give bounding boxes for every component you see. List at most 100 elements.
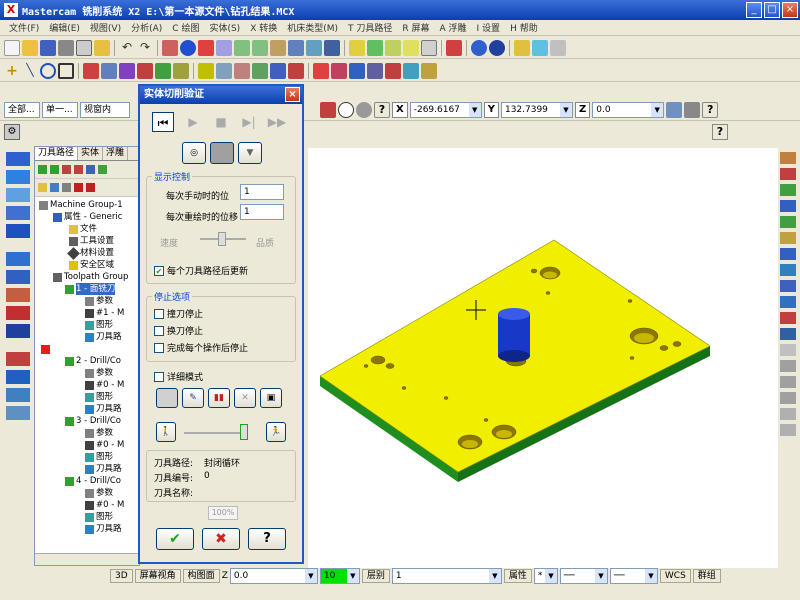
stop-button[interactable]: ■ xyxy=(210,112,232,132)
stop-toolchange-checkbox[interactable]: 换刀停止 xyxy=(154,324,203,337)
view-icon-15[interactable] xyxy=(780,376,796,388)
translate-icon[interactable] xyxy=(403,62,419,79)
tree-item[interactable]: 4 - Drill/Co xyxy=(65,475,121,487)
help-icon[interactable]: ? xyxy=(702,101,719,118)
backplot-icon[interactable] xyxy=(86,165,95,174)
tree-item[interactable]: 安全区域 xyxy=(69,259,114,271)
mail-icon[interactable] xyxy=(684,101,701,118)
tree-item[interactable]: 材料设置 xyxy=(67,246,114,260)
mode-3d-button[interactable]: 3D xyxy=(110,569,133,583)
tree-item[interactable]: Toolpath Group xyxy=(53,271,128,283)
measure-icon[interactable] xyxy=(532,39,548,56)
line-width-dropdown[interactable]: ── ▼ xyxy=(609,568,658,584)
shade-green-cube-icon[interactable] xyxy=(367,39,383,56)
repaint-icon[interactable] xyxy=(270,39,286,56)
regen-icon[interactable] xyxy=(62,165,71,174)
ok-button[interactable]: ✔ xyxy=(156,528,194,550)
tree-item[interactable]: #1 - M xyxy=(85,307,124,319)
view-icon-5[interactable] xyxy=(780,216,796,228)
tree-item[interactable]: 图形 xyxy=(85,451,113,463)
view-top-icon[interactable] xyxy=(288,39,304,56)
menu-machine-type[interactable]: 机床类型(M) xyxy=(282,21,343,34)
surface-icon[interactable] xyxy=(155,62,171,79)
view-icon-1[interactable] xyxy=(780,152,796,164)
bar-chart-icon[interactable]: ▮▮ xyxy=(208,388,230,408)
trim-icon[interactable] xyxy=(83,62,99,79)
cut-icon[interactable] xyxy=(162,39,178,56)
fillet-icon[interactable] xyxy=(101,62,117,79)
menu-edit[interactable]: 编辑(E) xyxy=(44,21,85,34)
verify-op-icon[interactable] xyxy=(98,165,107,174)
shade-cube-icon[interactable] xyxy=(349,39,365,56)
menu-analyze[interactable]: 分析(A) xyxy=(126,21,167,34)
move-up-icon[interactable] xyxy=(86,183,95,192)
view-icon-14[interactable] xyxy=(780,360,796,372)
wire-cube-icon[interactable] xyxy=(385,39,401,56)
scale-icon[interactable] xyxy=(367,62,383,79)
point-plus-icon[interactable]: + xyxy=(4,63,20,79)
delete-icon[interactable] xyxy=(173,62,189,79)
update-each-path-checkbox[interactable]: ✔ 每个刀具路径后更新 xyxy=(154,264,248,277)
tree-item[interactable]: 属性 - Generic xyxy=(53,211,122,223)
x-coordinate-input[interactable]: -269.6167 ▼ xyxy=(409,101,482,118)
minimize-button[interactable]: _ xyxy=(746,2,762,18)
view-icon-18[interactable] xyxy=(780,424,796,436)
print-preview-icon[interactable] xyxy=(76,39,92,56)
save-icon[interactable] xyxy=(40,39,56,56)
shade-icon[interactable] xyxy=(198,62,214,79)
view-icon-7[interactable] xyxy=(780,248,796,260)
print-icon[interactable] xyxy=(58,39,74,56)
stop-after-op-checkbox[interactable]: 完成每个操作后停止 xyxy=(154,341,248,354)
wand-icon[interactable] xyxy=(550,39,566,56)
tree-item[interactable]: #0 - M xyxy=(85,439,124,451)
walk-slow-icon[interactable]: 🚶 xyxy=(156,422,176,442)
tree-item[interactable]: Machine Group-1 xyxy=(39,199,123,211)
screen-view-button[interactable]: 屏幕视角 xyxy=(134,569,181,583)
line-style-dropdown[interactable]: ── ▼ xyxy=(559,568,608,584)
view-iso-icon[interactable] xyxy=(324,39,340,56)
transform-icon[interactable] xyxy=(446,39,462,56)
solid-revolve-icon[interactable] xyxy=(6,270,30,284)
pencil-icon[interactable] xyxy=(514,39,530,56)
blue-shape-icon[interactable] xyxy=(6,224,30,238)
table-icon[interactable] xyxy=(313,62,329,79)
simulation-speed-thumb[interactable] xyxy=(240,424,248,440)
holder-display-icon[interactable] xyxy=(210,142,234,164)
contour-icon[interactable] xyxy=(6,388,30,402)
horizontal-scrollbar[interactable] xyxy=(35,553,139,565)
y-coordinate-input[interactable]: 132.7399 ▼ xyxy=(500,101,573,118)
simulation-speed-slider[interactable] xyxy=(184,432,244,434)
rotate-icon[interactable] xyxy=(349,62,365,79)
solid-chamfer-icon[interactable] xyxy=(6,306,30,320)
wcs-button[interactable]: WCS xyxy=(659,569,691,583)
compare-icon[interactable]: ✕ xyxy=(234,388,256,408)
menu-screen[interactable]: R 屏幕 xyxy=(397,21,434,34)
tree-item[interactable]: 文件 xyxy=(69,223,97,235)
view-icon-12[interactable] xyxy=(780,328,796,340)
tool-display-icon[interactable]: ◎ xyxy=(182,142,206,164)
verify-icon[interactable] xyxy=(288,62,304,79)
maximize-button[interactable]: □ xyxy=(764,2,780,18)
view-icon-8[interactable] xyxy=(780,264,796,276)
gear-icon[interactable]: ⚙ xyxy=(4,124,20,140)
tree-item[interactable]: 图形 xyxy=(85,319,113,331)
view-icon-13[interactable] xyxy=(780,344,796,356)
run-fast-icon[interactable]: 🏃 xyxy=(266,422,286,442)
tree-item[interactable]: 参数 xyxy=(85,427,113,439)
tree-item[interactable]: 刀具路 xyxy=(85,403,122,415)
speed-slider-thumb[interactable] xyxy=(218,232,226,246)
play-button[interactable]: ▶ xyxy=(182,112,204,132)
lock-icon[interactable] xyxy=(38,183,47,192)
circle-icon[interactable] xyxy=(40,62,56,79)
select-mode-icon[interactable] xyxy=(6,152,30,166)
tree-item[interactable]: 刀具路 xyxy=(85,463,122,475)
attributes-button[interactable]: 属性 xyxy=(503,569,532,583)
menu-create[interactable]: C 绘图 xyxy=(167,21,204,34)
sphere-icon[interactable] xyxy=(489,39,505,56)
menu-help[interactable]: H 帮助 xyxy=(505,21,543,34)
tree-item[interactable]: #0 - M xyxy=(85,499,124,511)
menu-solids[interactable]: 实体(S) xyxy=(204,21,245,34)
arrow-icon[interactable] xyxy=(6,170,30,184)
fast-forward-button[interactable]: ▶▶ xyxy=(266,112,288,132)
select-all-button[interactable]: 全部... xyxy=(4,101,40,118)
